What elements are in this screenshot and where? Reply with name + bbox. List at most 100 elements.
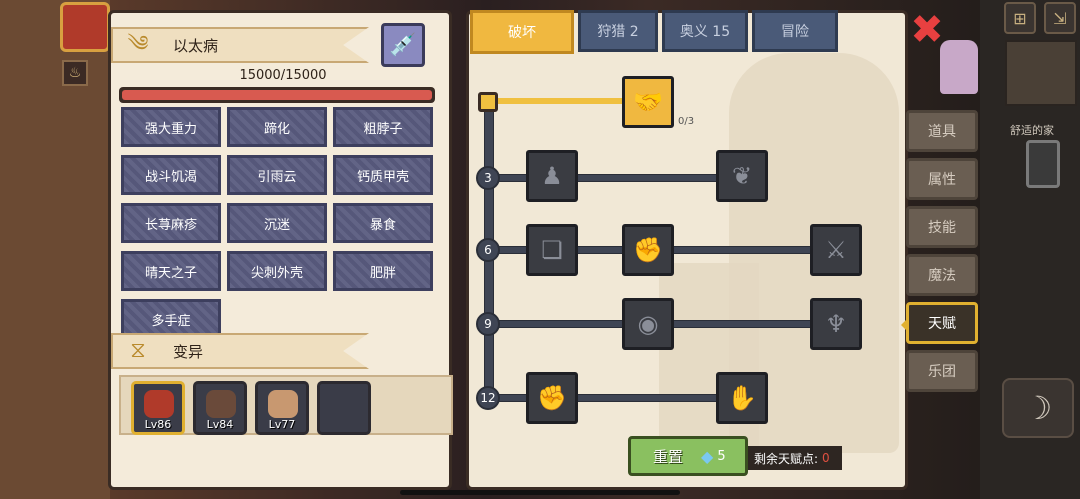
trait-tag[interactable]: 战斗饥渴 xyxy=(121,155,221,195)
side-menu-item[interactable]: 属性 xyxy=(906,158,978,200)
pet-level: Lv86 xyxy=(144,418,172,431)
hp-bar xyxy=(119,87,435,103)
trait-tag[interactable]: 粗脖子 xyxy=(333,107,433,147)
fist-icon: ✊ xyxy=(537,384,567,412)
disease-panel: ༄ 以太病 💉 15000/15000 强大重力 蹄化 粗脖子战斗饥渴 引雨云 钙质甲壳… xyxy=(108,10,453,490)
active-indicator-arrow xyxy=(901,317,909,333)
trait-tag[interactable]: 沉迷 xyxy=(227,203,327,243)
level-node-6: 6 xyxy=(476,238,500,262)
home-indicator xyxy=(400,490,680,495)
level-node-12: 12 xyxy=(476,386,500,410)
talent-points-value: 0 xyxy=(822,451,830,465)
level-node-9: 9 xyxy=(476,312,500,336)
talent-skill[interactable]: ⚔ xyxy=(810,224,862,276)
hp-bar-fill xyxy=(122,90,432,100)
phone-icon[interactable] xyxy=(1026,140,1060,188)
talent-skill[interactable]: ❏ xyxy=(526,224,578,276)
mutation-pet-slot[interactable] xyxy=(317,381,371,435)
talent-skill-top[interactable]: 🤝 xyxy=(622,76,674,128)
talent-skill[interactable]: ♆ xyxy=(810,298,862,350)
punch-icon: ✊ xyxy=(633,236,663,264)
fire-icon[interactable]: ♨ xyxy=(62,60,88,86)
trait-tag[interactable]: 尖刺外壳 xyxy=(227,251,327,291)
side-menu-label: 道具 xyxy=(928,124,956,140)
side-menu-label: 乐团 xyxy=(928,364,956,380)
side-menu-item[interactable]: 技能 xyxy=(906,206,978,248)
talent-skill[interactable]: ♟ xyxy=(526,150,578,202)
pet-portrait xyxy=(206,390,236,418)
bat-icon: ♆ xyxy=(825,310,847,338)
mutation-header: ⧖ 变异 xyxy=(111,333,369,369)
pet-level: Lv77 xyxy=(268,418,296,431)
trait-tag[interactable]: 长荨麻疹 xyxy=(121,203,221,243)
talent-skill[interactable]: ❦ xyxy=(716,150,768,202)
side-menu-label: 魔法 xyxy=(928,268,956,284)
slash-icon: ⚔ xyxy=(825,236,847,264)
talent-tabs: 破坏 狩猎 2 奥义 15 冒险 xyxy=(470,10,850,54)
muscle-body-icon: ♟ xyxy=(541,162,563,190)
talent-skill[interactable]: ✊ xyxy=(622,224,674,276)
talent-skill-count: 0/3 xyxy=(678,116,695,127)
player-avatar[interactable] xyxy=(60,2,110,52)
mutation-title: 变异 xyxy=(173,342,204,361)
side-menu-item[interactable]: 魔法 xyxy=(906,254,978,296)
reset-button[interactable]: 重置 ◆ 5 xyxy=(628,436,748,476)
talent-points-display: 剩余天赋点: 0 xyxy=(748,446,842,470)
reset-cost: 5 xyxy=(717,448,726,464)
trait-tag[interactable]: 晴天之子 xyxy=(121,251,221,291)
talent-skill[interactable]: ✋ xyxy=(716,372,768,424)
tab-0[interactable]: 破坏 xyxy=(470,10,574,54)
mutation-pets-row: Lv86 Lv84 Lv77 xyxy=(119,375,453,435)
side-menu-label: 天赋 xyxy=(928,316,956,332)
mutation-pet-slot[interactable]: Lv77 xyxy=(255,381,309,435)
talent-skill[interactable]: ✊ xyxy=(526,372,578,424)
tree-progress-line xyxy=(494,98,624,104)
trait-tag[interactable]: 暴食 xyxy=(333,203,433,243)
background-castle xyxy=(659,263,759,463)
hand-grab-icon: ✋ xyxy=(727,384,757,412)
trait-tag[interactable]: 钙质甲壳 xyxy=(333,155,433,195)
trait-tag[interactable]: 引雨云 xyxy=(227,155,327,195)
pet-level: Lv84 xyxy=(206,418,234,431)
pet-character xyxy=(940,40,978,94)
minimap[interactable] xyxy=(1005,40,1077,106)
traits-grid: 强大重力 蹄化 粗脖子 战斗饥渴 引雨云 钙质甲壳 长荨麻疹 沉迷 暴食 晴天之子 尖刺外壳 肥胖 多手… xyxy=(121,107,441,339)
hp-text: 15000/15000 xyxy=(239,68,327,83)
tab-1[interactable]: 狩猎 2 xyxy=(578,10,658,52)
exit-icon[interactable]: ⇲ xyxy=(1044,2,1076,34)
reset-label: 重置 xyxy=(653,447,684,466)
talent-points-label: 剩余天赋点: xyxy=(754,451,819,466)
wind-swirl-icon: ༄ xyxy=(127,32,149,57)
tree-start-node xyxy=(478,92,498,112)
mutation-pet-slot[interactable]: Lv84 xyxy=(193,381,247,435)
tab-2[interactable]: 奥义 15 xyxy=(662,10,748,52)
handshake-icon: 🤝 xyxy=(633,88,663,116)
network-icon[interactable]: ⊞ xyxy=(1004,2,1036,34)
side-menu-item[interactable]: 道具 xyxy=(906,110,978,152)
bow-weapon-button[interactable]: ☽ xyxy=(1002,378,1074,438)
side-menu-item[interactable]: 乐团 xyxy=(906,350,978,392)
side-menu-item[interactable]: 天赋 xyxy=(901,302,978,344)
talent-skill[interactable]: ◉ xyxy=(622,298,674,350)
side-menu-label: 属性 xyxy=(928,172,956,188)
close-icon: ✖ xyxy=(910,7,944,53)
pet-portrait xyxy=(268,390,298,418)
location-label: 舒适的家 xyxy=(1010,124,1054,137)
background-wall xyxy=(0,0,110,499)
tab-3[interactable]: 冒险 xyxy=(752,10,838,52)
rose-icon: ❦ xyxy=(731,162,753,190)
bow-icon: ☽ xyxy=(1023,389,1053,427)
dna-icon: ⧖ xyxy=(130,338,146,363)
trait-tag[interactable]: 强大重力 xyxy=(121,107,221,147)
trait-tag[interactable]: 蹄化 xyxy=(227,107,327,147)
side-menu-label: 技能 xyxy=(928,220,956,236)
trait-tag[interactable]: 肥胖 xyxy=(333,251,433,291)
ripple-icon: ◉ xyxy=(637,310,659,338)
pet-portrait xyxy=(144,390,174,418)
disease-title: 以太病 xyxy=(173,36,219,55)
syringe-button[interactable]: 💉 xyxy=(381,23,425,67)
mutation-pet-slot[interactable]: Lv86 xyxy=(131,381,185,435)
close-button[interactable]: ✖ xyxy=(910,10,944,50)
syringe-icon: 💉 xyxy=(389,32,417,58)
diamond-icon: ◆ xyxy=(701,446,714,466)
